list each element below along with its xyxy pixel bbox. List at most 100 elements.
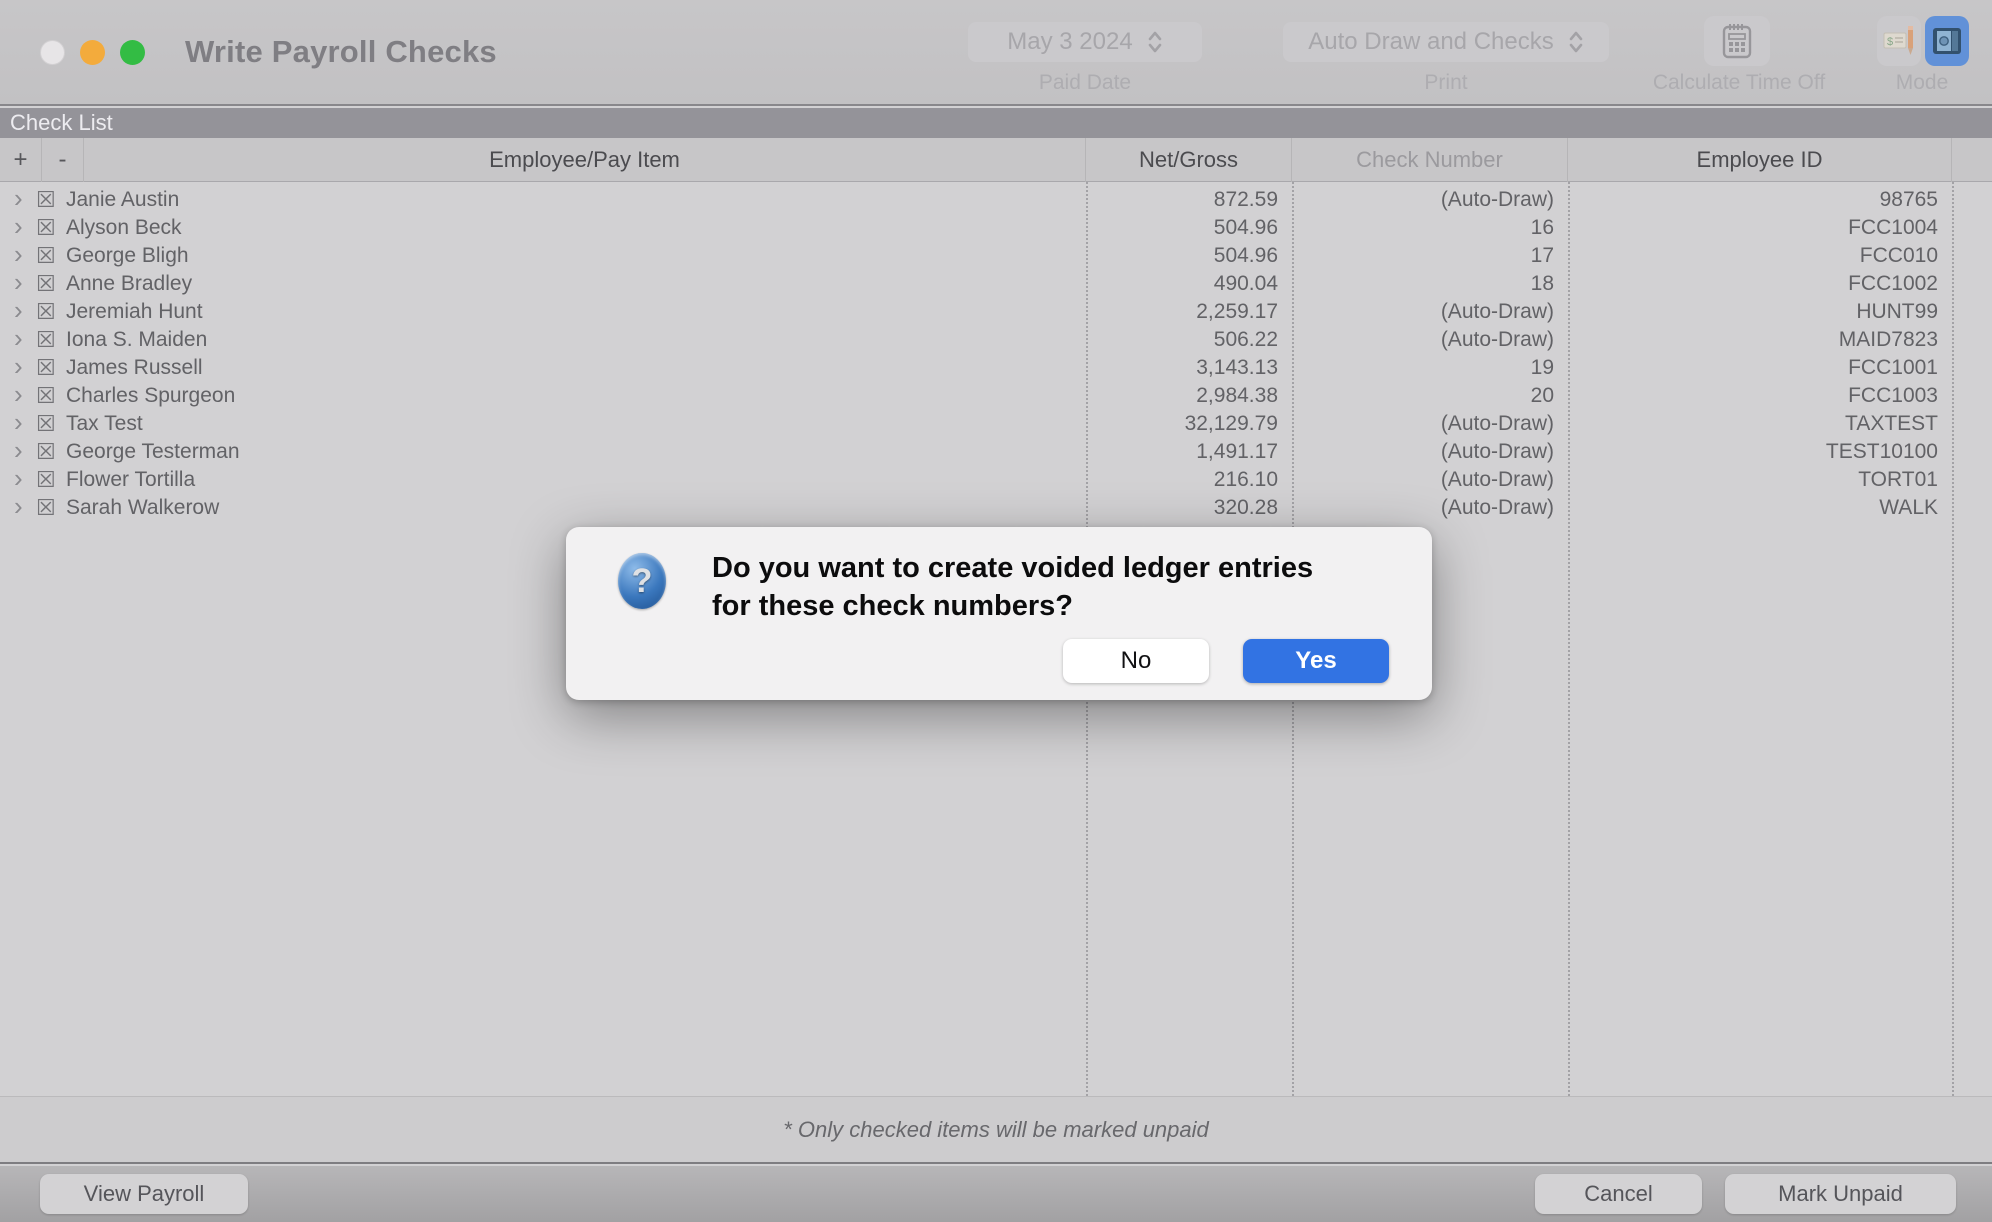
chevron-up-down-icon xyxy=(1147,29,1163,55)
table-row[interactable]: › ☒ George Bligh 504.96 17 FCC010 xyxy=(0,242,1992,270)
traffic-light-minimize-button[interactable] xyxy=(80,40,105,65)
table-row[interactable]: › ☒ Jeremiah Hunt 2,259.17 (Auto-Draw) H… xyxy=(0,298,1992,326)
mode-vault-segment[interactable] xyxy=(1925,16,1969,66)
calculate-time-off-button[interactable] xyxy=(1704,16,1770,66)
check-number-value: 19 xyxy=(1292,354,1554,382)
employee-id-value: MAID7823 xyxy=(1568,326,1938,354)
footnote-text: * Only checked items will be marked unpa… xyxy=(783,1117,1209,1143)
column-header-net-gross[interactable]: Net/Gross xyxy=(1086,138,1292,182)
employee-name: Iona S. Maiden xyxy=(66,326,207,354)
net-gross-value: 504.96 xyxy=(1086,214,1278,242)
employee-name: George Testerman xyxy=(66,438,240,466)
net-gross-value: 1,491.17 xyxy=(1086,438,1278,466)
yes-button[interactable]: Yes xyxy=(1243,639,1389,683)
chevron-right-icon[interactable]: › xyxy=(14,408,23,436)
check-list-title: Check List xyxy=(10,110,113,136)
employee-id-value: HUNT99 xyxy=(1568,298,1938,326)
employee-id-value: FCC1001 xyxy=(1568,354,1938,382)
chevron-right-icon[interactable]: › xyxy=(14,240,23,268)
checked-checkbox-icon[interactable]: ☒ xyxy=(36,494,56,522)
checked-checkbox-icon[interactable]: ☒ xyxy=(36,186,56,214)
print-select[interactable]: Auto Draw and Checks xyxy=(1283,22,1609,62)
chevron-right-icon[interactable]: › xyxy=(14,212,23,240)
checked-checkbox-icon[interactable]: ☒ xyxy=(36,354,56,382)
check-and-pencil-icon: $ xyxy=(1881,23,1917,59)
chevron-right-icon[interactable]: › xyxy=(14,268,23,296)
svg-text:$: $ xyxy=(1887,36,1893,48)
checked-checkbox-icon[interactable]: ☒ xyxy=(36,214,56,242)
employee-name: Alyson Beck xyxy=(66,214,182,242)
add-row-button[interactable]: + xyxy=(0,138,42,182)
chevron-right-icon[interactable]: › xyxy=(14,184,23,212)
check-number-value: (Auto-Draw) xyxy=(1292,494,1554,522)
chevron-right-icon[interactable]: › xyxy=(14,296,23,324)
question-mark-glyph: ? xyxy=(632,562,653,601)
employee-id-value: 98765 xyxy=(1568,186,1938,214)
voided-ledger-confirmation-dialog: ? Do you want to create voided ledger en… xyxy=(566,527,1432,700)
print-value: Auto Draw and Checks xyxy=(1308,28,1553,56)
table-header-row: + - Employee/Pay Item Net/Gross Check Nu… xyxy=(0,138,1992,182)
check-number-value: (Auto-Draw) xyxy=(1292,466,1554,494)
net-gross-value: 2,984.38 xyxy=(1086,382,1278,410)
mark-unpaid-button[interactable]: Mark Unpaid xyxy=(1725,1174,1956,1214)
view-payroll-button[interactable]: View Payroll xyxy=(40,1174,248,1214)
employee-name: James Russell xyxy=(66,354,203,382)
table-row[interactable]: › ☒ Charles Spurgeon 2,984.38 20 FCC1003 xyxy=(0,382,1992,410)
chevron-right-icon[interactable]: › xyxy=(14,324,23,352)
employee-name: Jeremiah Hunt xyxy=(66,298,203,326)
table-row[interactable]: › ☒ George Testerman 1,491.17 (Auto-Draw… xyxy=(0,438,1992,466)
checked-checkbox-icon[interactable]: ☒ xyxy=(36,382,56,410)
chevron-right-icon[interactable]: › xyxy=(14,464,23,492)
table-row[interactable]: › ☒ James Russell 3,143.13 19 FCC1001 xyxy=(0,354,1992,382)
checked-checkbox-icon[interactable]: ☒ xyxy=(36,326,56,354)
vault-icon xyxy=(1930,24,1964,58)
checked-checkbox-icon[interactable]: ☒ xyxy=(36,270,56,298)
checked-checkbox-icon[interactable]: ☒ xyxy=(36,466,56,494)
table-row[interactable]: › ☒ Flower Tortilla 216.10 (Auto-Draw) T… xyxy=(0,466,1992,494)
column-header-employee-pay-item[interactable]: Employee/Pay Item xyxy=(84,138,1086,182)
table-row[interactable]: › ☒ Alyson Beck 504.96 16 FCC1004 xyxy=(0,214,1992,242)
column-header-employee-id[interactable]: Employee ID xyxy=(1568,138,1952,182)
employee-name: Charles Spurgeon xyxy=(66,382,235,410)
check-number-value: (Auto-Draw) xyxy=(1292,438,1554,466)
column-header-check-number[interactable]: Check Number xyxy=(1292,138,1568,182)
checked-checkbox-icon[interactable]: ☒ xyxy=(36,410,56,438)
employee-id-value: WALK xyxy=(1568,494,1938,522)
net-gross-value: 872.59 xyxy=(1086,186,1278,214)
table-row[interactable]: › ☒ Tax Test 32,129.79 (Auto-Draw) TAXTE… xyxy=(0,410,1992,438)
employee-id-value: FCC010 xyxy=(1568,242,1938,270)
employee-name: Janie Austin xyxy=(66,186,179,214)
table-row[interactable]: › ☒ Iona S. Maiden 506.22 (Auto-Draw) MA… xyxy=(0,326,1992,354)
net-gross-value: 506.22 xyxy=(1086,326,1278,354)
table-row[interactable]: › ☒ Anne Bradley 490.04 18 FCC1002 xyxy=(0,270,1992,298)
checked-checkbox-icon[interactable]: ☒ xyxy=(36,438,56,466)
checked-checkbox-icon[interactable]: ☒ xyxy=(36,298,56,326)
cancel-button[interactable]: Cancel xyxy=(1535,1174,1702,1214)
employee-id-value: TAXTEST xyxy=(1568,410,1938,438)
check-number-value: 17 xyxy=(1292,242,1554,270)
chevron-right-icon[interactable]: › xyxy=(14,492,23,520)
check-number-value: (Auto-Draw) xyxy=(1292,410,1554,438)
checked-checkbox-icon[interactable]: ☒ xyxy=(36,242,56,270)
net-gross-value: 320.28 xyxy=(1086,494,1278,522)
traffic-light-close-button[interactable] xyxy=(40,40,65,65)
question-mark-icon: ? xyxy=(618,553,666,609)
paid-date-label: Paid Date xyxy=(968,70,1202,96)
table-row[interactable]: › ☒ Sarah Walkerow 320.28 (Auto-Draw) WA… xyxy=(0,494,1992,522)
no-button[interactable]: No xyxy=(1063,639,1209,683)
table-row[interactable]: › ☒ Janie Austin 872.59 (Auto-Draw) 9876… xyxy=(0,186,1992,214)
remove-row-button[interactable]: - xyxy=(42,138,84,182)
check-number-value: 16 xyxy=(1292,214,1554,242)
calculator-calendar-icon xyxy=(1719,21,1755,61)
chevron-right-icon[interactable]: › xyxy=(14,380,23,408)
employee-name: George Bligh xyxy=(66,242,189,270)
paid-date-select[interactable]: May 3 2024 xyxy=(968,22,1202,62)
chevron-right-icon[interactable]: › xyxy=(14,436,23,464)
employee-id-value: TORT01 xyxy=(1568,466,1938,494)
traffic-light-zoom-button[interactable] xyxy=(120,40,145,65)
chevron-right-icon[interactable]: › xyxy=(14,352,23,380)
employee-name: Tax Test xyxy=(66,410,143,438)
footnote-bar: * Only checked items will be marked unpa… xyxy=(0,1096,1992,1164)
net-gross-value: 216.10 xyxy=(1086,466,1278,494)
mode-check-writing-segment[interactable]: $ xyxy=(1877,16,1921,66)
